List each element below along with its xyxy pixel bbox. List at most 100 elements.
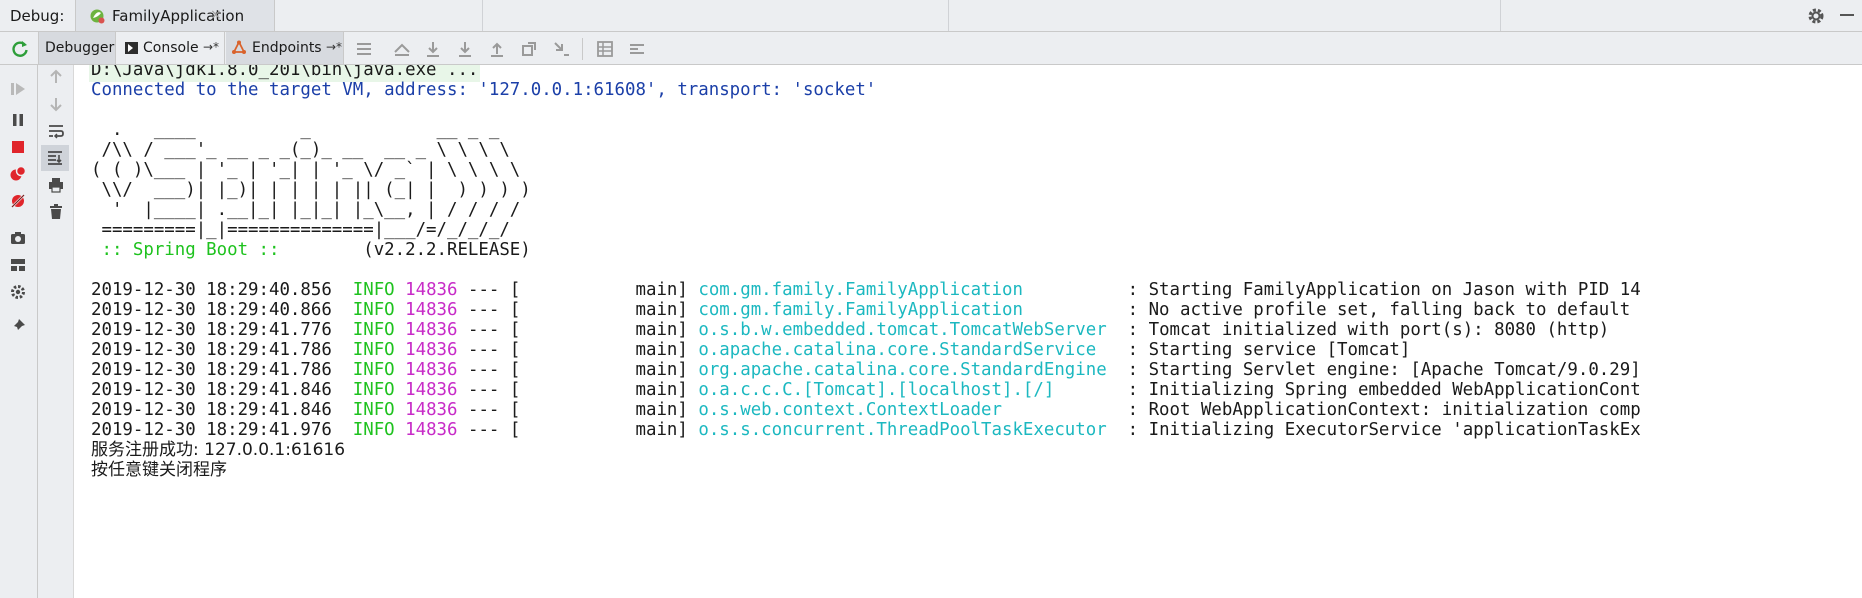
minimize-icon[interactable] xyxy=(1840,14,1854,16)
debug-label: Debug: xyxy=(10,7,65,25)
console-icon xyxy=(125,42,138,54)
pin-icon[interactable] xyxy=(9,317,27,335)
resume-icon[interactable] xyxy=(9,80,27,98)
tab-debugger[interactable]: Debugger xyxy=(39,32,116,64)
log-level: INFO xyxy=(352,340,395,360)
run-config-tab[interactable]: FamilyApplication xyxy=(75,0,275,31)
log-separator: --- [ xyxy=(467,280,521,300)
tab-close-icon[interactable]: × xyxy=(210,7,222,23)
console-output[interactable]: D:\Java\jdk1.8.0_201\bin\java.exe ... Co… xyxy=(74,65,1862,598)
log-separator: --- [ xyxy=(467,420,521,440)
log-message: : Starting service [Tomcat] xyxy=(1127,340,1411,360)
log-timestamp: 2019-12-30 18:29:41.976 xyxy=(91,420,332,440)
log-separator: --- [ xyxy=(467,340,521,360)
rerun-icon[interactable] xyxy=(10,39,30,59)
trash-icon[interactable] xyxy=(47,203,65,221)
force-step-into-icon[interactable] xyxy=(488,40,506,58)
trace-icon[interactable] xyxy=(628,40,646,58)
endpoints-icon xyxy=(232,40,246,54)
log-thread: main] xyxy=(520,360,688,380)
gear-icon[interactable] xyxy=(1806,6,1826,26)
evaluate-expression-icon[interactable] xyxy=(596,40,614,58)
print-icon[interactable] xyxy=(47,176,65,194)
step-into-icon[interactable] xyxy=(456,40,474,58)
log-pid: 14836 xyxy=(405,320,458,340)
log-thread: main] xyxy=(520,300,688,320)
tab-debugger-label: Debugger xyxy=(45,40,115,56)
log-logger: o.s.s.concurrent.ThreadPoolTaskExecutor xyxy=(698,420,1107,440)
log-timestamp: 2019-12-30 18:29:41.846 xyxy=(91,380,332,400)
spring-boot-version: (v2.2.2.RELEASE) xyxy=(289,240,531,260)
tab-console[interactable]: Console →* xyxy=(117,32,225,64)
soft-wrap-icon[interactable] xyxy=(47,122,65,140)
log-thread: main] xyxy=(520,400,688,420)
log-pid: 14836 xyxy=(405,280,458,300)
step-over-icon[interactable] xyxy=(424,40,442,58)
up-arrow-icon[interactable] xyxy=(47,68,65,86)
log-message: : Initializing ExecutorService 'applicat… xyxy=(1127,420,1641,440)
divider xyxy=(482,0,483,31)
log-timestamp: 2019-12-30 18:29:41.776 xyxy=(91,320,332,340)
log-logger: o.a.c.c.C.[Tomcat].[localhost].[/] xyxy=(698,380,1055,400)
log-separator: --- [ xyxy=(467,320,521,340)
mute-breakpoints-icon[interactable] xyxy=(9,192,27,210)
restore-layout-icon[interactable]: →* xyxy=(326,40,342,54)
log-thread: main] xyxy=(520,420,688,440)
drop-frame-icon[interactable] xyxy=(520,40,538,58)
restore-layout-icon[interactable]: →* xyxy=(203,40,219,54)
settings-icon[interactable] xyxy=(9,283,27,301)
log-separator: --- [ xyxy=(467,380,521,400)
press-any-key-line: 按任意键关闭程序 xyxy=(91,460,227,480)
divider xyxy=(38,32,39,65)
log-separator: --- [ xyxy=(467,360,521,380)
tab-console-label: Console xyxy=(143,40,199,56)
log-pid: 14836 xyxy=(405,420,458,440)
tab-endpoints-label: Endpoints xyxy=(252,40,322,56)
show-execution-point-icon[interactable] xyxy=(393,40,411,58)
scroll-to-end-toggle[interactable] xyxy=(41,145,69,171)
log-separator: --- [ xyxy=(467,400,521,420)
view-breakpoints-icon[interactable] xyxy=(9,165,27,183)
pause-icon[interactable] xyxy=(9,111,27,129)
stop-icon[interactable] xyxy=(9,138,27,156)
toolbar-separator xyxy=(582,38,583,60)
run-to-cursor-icon[interactable] xyxy=(552,40,570,58)
down-arrow-icon[interactable] xyxy=(47,95,65,113)
log-timestamp: 2019-12-30 18:29:41.786 xyxy=(91,340,332,360)
log-message: : Initializing Spring embedded WebApplic… xyxy=(1127,380,1641,400)
debug-toolbar: Debugger Console →* Endpoints →* xyxy=(0,32,1862,65)
layout-icon[interactable] xyxy=(9,256,27,274)
log-level: INFO xyxy=(352,360,395,380)
run-tab-label: FamilyApplication xyxy=(112,7,245,25)
log-timestamp: 2019-12-30 18:29:40.856 xyxy=(91,280,332,300)
log-level: INFO xyxy=(352,400,395,420)
menu-lines-icon[interactable] xyxy=(355,40,373,58)
tab-endpoints[interactable]: Endpoints →* xyxy=(226,32,344,64)
log-level: INFO xyxy=(352,300,395,320)
camera-icon[interactable] xyxy=(9,229,27,247)
